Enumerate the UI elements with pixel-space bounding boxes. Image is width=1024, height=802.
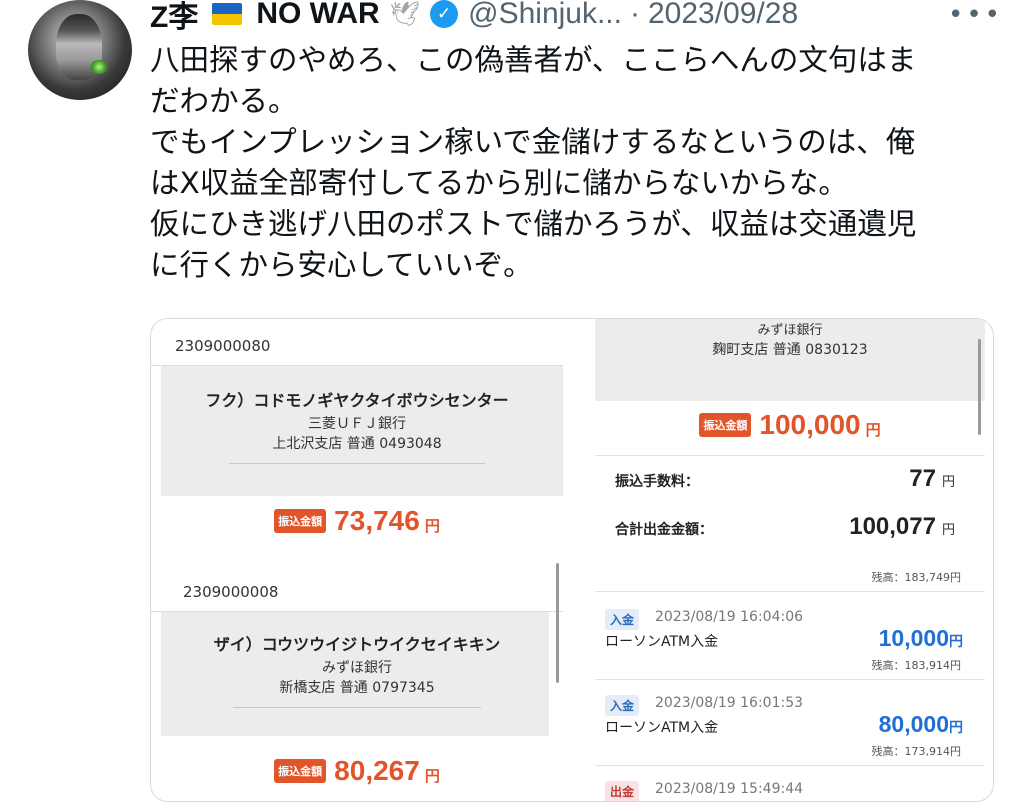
- date-separator: ·: [629, 0, 640, 30]
- fee-value: 77: [909, 465, 936, 492]
- no-war-label: NO WAR: [256, 0, 380, 30]
- tweet-text-line: 仮にひき逃げ八田のポストで儲かろうが、収益は交通遺児: [150, 207, 917, 241]
- withdrawal-tag: 出金: [605, 781, 640, 801]
- tweet-text-line: だわかる。: [150, 84, 298, 118]
- bank-name: みずほ銀行: [322, 660, 392, 676]
- total-label: 合計出金金額：: [615, 522, 713, 538]
- tweet-text-line: はX収益全部寄付してるから別に儲からないからな。: [150, 166, 848, 200]
- payee-name: ザイ）コウツウイジトウイクセイキキン: [213, 635, 501, 654]
- tweet-text-line: に行くから安心していいぞ。: [150, 248, 533, 282]
- transaction-amount: 10,000円: [879, 625, 963, 652]
- receipt-image-3[interactable]: 2309000008 ザイ）コウツウイジトウイクセイキキン みずほ銀行 新橋支店…: [151, 559, 563, 801]
- yen-label: 円: [865, 420, 881, 439]
- deposit-tag: 入金: [605, 609, 640, 630]
- transaction-amount: 80,000円: [879, 711, 963, 738]
- transaction-description: ローソンATM入金: [605, 720, 719, 736]
- total-withdrawal-row: 合計出金金額： 100,077 円: [615, 513, 955, 541]
- transfer-amount: 振込金額 80,267 円: [151, 755, 563, 787]
- amount-value: 80,000: [878, 711, 949, 737]
- yen-label: 円: [941, 475, 955, 490]
- media-grid[interactable]: 2309000080 フク）コドモノギヤクタイボウシセンター 三菱ＵＦＪ銀行 上…: [150, 318, 994, 802]
- total-value: 100,077: [849, 513, 936, 540]
- receipt-account-number: 2309000008: [183, 583, 279, 601]
- display-name[interactable]: Z李: [150, 0, 198, 36]
- balance-label: 残高：183,914円: [871, 659, 962, 672]
- tweet-text-line: でもインプレッション稼いで金儲けするなというのは、俺: [150, 125, 916, 159]
- transaction-time: 2023/08/19 16:04:06: [655, 609, 804, 625]
- amount-value: 10,000: [878, 625, 949, 651]
- amount-value: 73,746: [334, 505, 420, 536]
- branch-account: 上北沢支店 普通 0493048: [272, 436, 442, 452]
- ukraine-flag-icon: [212, 3, 243, 25]
- user-handle[interactable]: @Shinjuk...: [468, 0, 622, 31]
- fee-label: 振込手数料：: [615, 474, 699, 490]
- dove-icon: 🕊: [389, 0, 421, 28]
- post-date[interactable]: 2023/09/28: [648, 0, 798, 31]
- transfer-amount: 振込金額 100,000 円: [595, 409, 985, 441]
- transaction-history-image[interactable]: 残高：183,749円 入金 2023/08/19 16:04:06 ローソンA…: [595, 559, 985, 801]
- transfer-amount: 振込金額 73,746 円: [151, 505, 563, 537]
- avatar[interactable]: [28, 0, 132, 100]
- verified-badge-icon[interactable]: ✓: [430, 0, 459, 28]
- payee-name: フク）コドモノギヤクタイボウシセンター: [205, 391, 509, 410]
- transfer-amount-tag: 振込金額: [274, 759, 327, 783]
- yen-label: 円: [949, 719, 963, 735]
- transfer-fee-row: 振込手数料： 77 円: [615, 465, 955, 493]
- more-options-icon[interactable]: •••: [948, 0, 1003, 30]
- transaction-description: ローソンATM入金: [605, 634, 719, 650]
- balance-label: 残高：183,749円: [871, 571, 962, 584]
- receipt-account-number: 2309000080: [175, 337, 271, 355]
- amount-value: 80,267: [334, 755, 420, 786]
- transfer-amount-tag: 振込金額: [274, 509, 327, 533]
- bank-name: 三菱ＵＦＪ銀行: [308, 416, 406, 432]
- tweet-text: 八田探すのやめろ、この偽善者が、ここらへんの文句はま だわかる。 でもインプレッ…: [150, 40, 1010, 286]
- scrollbar[interactable]: [978, 339, 981, 435]
- transfer-amount-tag: 振込金額: [699, 413, 752, 437]
- deposit-tag: 入金: [605, 695, 640, 716]
- yen-label: 円: [949, 633, 963, 649]
- yen-label: 円: [424, 766, 440, 785]
- scrollbar[interactable]: [556, 563, 559, 683]
- receipt-image-1[interactable]: 2309000080 フク）コドモノギヤクタイボウシセンター 三菱ＵＦＪ銀行 上…: [151, 319, 563, 555]
- balance-label: 残高：173,914円: [871, 745, 962, 758]
- branch-account: 新橋支店 普通 0797345: [279, 680, 435, 696]
- transaction-time: 2023/08/19 16:01:53: [655, 695, 804, 711]
- amount-value: 100,000: [759, 409, 861, 440]
- avatar-glow: [90, 60, 108, 74]
- branch-account: 麹町支店 普通 0830123: [712, 342, 868, 358]
- yen-label: 円: [424, 516, 440, 535]
- tweet-header: Z李 NO WAR 🕊 ✓ @Shinjuk... · 2023/09/28: [150, 0, 798, 34]
- yen-label: 円: [941, 523, 955, 538]
- bank-name: みずほ銀行: [757, 323, 823, 338]
- receipt-image-2[interactable]: みずほ銀行 麹町支店 普通 0830123 振込金額 100,000 円 振込手…: [595, 319, 985, 555]
- transaction-time: 2023/08/19 15:49:44: [655, 781, 804, 797]
- tweet-text-line: 八田探すのやめろ、この偽善者が、ここらへんの文句はま: [150, 43, 917, 77]
